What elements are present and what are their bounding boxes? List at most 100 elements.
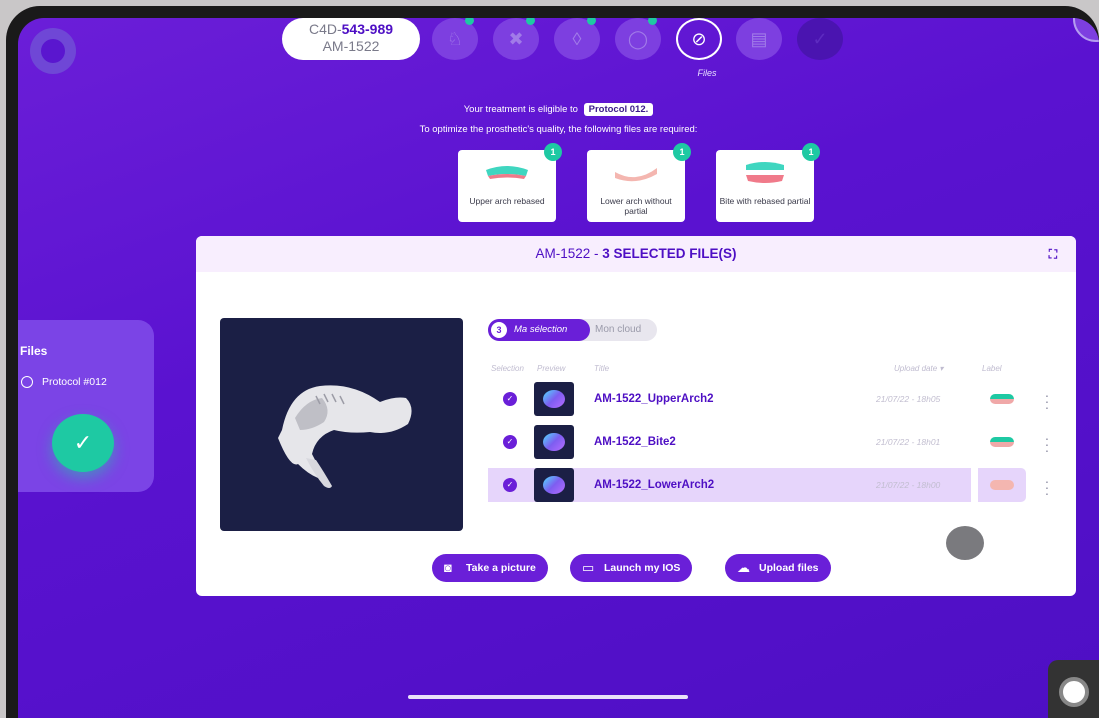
step-drop[interactable]: ◊ xyxy=(554,18,600,60)
calendar-icon: ▤ xyxy=(750,28,768,49)
assistive-touch-icon xyxy=(1059,677,1089,707)
modal-title-selected: 3 SELECTED FILE(S) xyxy=(602,246,737,261)
col-upload-date[interactable]: Upload date ▾ xyxy=(894,364,943,373)
launch-ios-button[interactable]: ▭ Launch my IOS xyxy=(570,554,693,582)
side-panel-title: Files xyxy=(20,344,48,358)
col-preview: Preview xyxy=(537,364,566,373)
step-calendar[interactable]: ▤ xyxy=(736,18,782,60)
required-file-label: Bite with rebased partial xyxy=(719,196,811,206)
step-tooth[interactable]: ♘ xyxy=(432,18,478,60)
floating-touch-indicator xyxy=(946,526,984,560)
file-count-badge: 1 xyxy=(673,143,691,161)
upload-files-button[interactable]: ☁ Upload files xyxy=(725,554,831,582)
case-prefix: C4D- xyxy=(308,21,342,37)
protocol-tag: Protocol 012. xyxy=(583,103,654,116)
row-menu-icon[interactable]: · · · xyxy=(1042,431,1052,457)
assistive-touch-button[interactable] xyxy=(1048,660,1099,718)
label-cell[interactable] xyxy=(978,468,1026,502)
row-menu-icon[interactable]: · · · xyxy=(1042,388,1052,414)
upper-arch-icon xyxy=(486,166,528,179)
source-toggle[interactable]: 3 Ma sélection Mon cloud xyxy=(488,319,657,341)
protocol-radio[interactable] xyxy=(21,376,33,388)
tab-my-selection[interactable]: 3 Ma sélection xyxy=(488,319,590,341)
file-count-badge: 1 xyxy=(544,143,562,161)
required-file-label: Upper arch rebased xyxy=(469,196,545,206)
active-step-caption: Files xyxy=(697,68,717,78)
required-file-card[interactable]: 1 Upper arch rebased xyxy=(458,143,562,222)
tab-my-cloud[interactable]: Mon cloud xyxy=(595,319,641,341)
label-cell[interactable] xyxy=(978,382,1026,416)
row-preview xyxy=(534,382,574,416)
camera-icon: ◙ xyxy=(444,560,452,575)
step-cancel[interactable]: ✖ xyxy=(493,18,539,60)
col-selection: Selection xyxy=(491,364,524,373)
validate-button[interactable]: ✓ xyxy=(52,414,114,472)
step-validate[interactable]: ✓ xyxy=(797,18,843,60)
take-picture-label: Take a picture xyxy=(466,562,536,574)
drop-icon: ◊ xyxy=(572,28,582,49)
file-name: AM-1522_Bite2 xyxy=(594,436,676,448)
required-file-card[interactable]: 1 Bite with rebased partial xyxy=(716,143,820,222)
selection-count: 3 xyxy=(491,322,507,338)
file-date: 21/07/22 - 18h05 xyxy=(876,394,941,404)
file-name: AM-1522_UpperArch2 xyxy=(594,393,714,405)
paperclip-icon: ⊘ xyxy=(691,28,707,49)
file-date: 21/07/22 - 18h01 xyxy=(876,437,941,447)
chat-icon: ◯ xyxy=(627,28,649,49)
bite-label-icon xyxy=(990,437,1014,447)
video-camera-icon: ▭ xyxy=(582,560,595,575)
step-done-dot xyxy=(465,18,474,25)
row-preview xyxy=(534,425,574,459)
required-text: To optimize the prosthetic's quality, th… xyxy=(419,124,698,135)
step-chat[interactable]: ◯ xyxy=(615,18,661,60)
row-checkbox[interactable]: ✓ xyxy=(503,435,517,449)
step-done-dot xyxy=(648,18,657,25)
cancel-circle-icon: ✖ xyxy=(508,28,524,49)
modal-header: AM-1522 - 3 SELECTED FILE(S) xyxy=(196,236,1076,272)
step-files[interactable]: ⊘ xyxy=(676,18,722,60)
bite-icon xyxy=(746,162,784,183)
cloud-icon: ☁ xyxy=(737,560,750,575)
file-date: 21/07/22 - 18h00 xyxy=(876,480,941,490)
menu-button[interactable] xyxy=(1073,18,1099,42)
fullscreen-icon[interactable]: ⛶ xyxy=(1046,247,1060,261)
tooth-icon: ♘ xyxy=(446,28,464,49)
lower-arch-label-icon xyxy=(990,480,1014,490)
row-menu-icon[interactable]: · · · xyxy=(1042,474,1052,500)
check-icon: ✓ xyxy=(812,28,828,49)
required-file-label: Lower arch without partial xyxy=(600,196,672,216)
arch-model-preview xyxy=(278,385,412,488)
tab-my-selection-label: Ma sélection xyxy=(514,324,568,335)
case-pill[interactable]: C4D-543-989 AM-1522 xyxy=(282,18,420,60)
home-indicator[interactable] xyxy=(408,695,688,699)
table-row[interactable]: ✓ AM-1522_LowerArch2 21/07/22 - 18h00 xyxy=(488,468,971,502)
take-picture-button[interactable]: ◙ Take a picture xyxy=(432,554,548,582)
step-done-dot xyxy=(587,18,596,25)
table-row[interactable]: ✓ AM-1522_Bite2 21/07/22 - 18h01 xyxy=(488,425,971,459)
label-cell[interactable] xyxy=(978,425,1026,459)
patient-code: AM-1522 xyxy=(322,38,380,54)
row-checkbox[interactable]: ✓ xyxy=(503,478,517,492)
protocol-option-label[interactable]: Protocol #012 xyxy=(42,376,107,388)
row-preview xyxy=(534,468,574,502)
step-done-dot xyxy=(526,18,535,25)
case-number: 543-989 xyxy=(341,21,394,37)
upload-files-label: Upload files xyxy=(759,562,819,574)
launch-ios-label: Launch my IOS xyxy=(604,562,681,574)
file-count-badge: 1 xyxy=(802,143,820,161)
required-file-card[interactable]: 1 Lower arch without partial xyxy=(587,143,691,222)
eligible-label: Your treatment is eligible to xyxy=(463,104,578,115)
eligibility-text: Your treatment is eligible to Protocol 0… xyxy=(18,103,1099,116)
files-side-panel: Files Protocol #012 ✓ xyxy=(18,320,154,492)
modal-title-code: AM-1522 xyxy=(535,246,591,261)
modal-title-separator: - xyxy=(590,246,603,261)
app-logo[interactable] xyxy=(30,28,76,74)
check-icon: ✓ xyxy=(73,430,93,455)
row-checkbox[interactable]: ✓ xyxy=(503,392,517,406)
col-title: Title xyxy=(594,364,610,373)
app-screen: C4D-543-989 AM-1522 ♘ ✖ ◊ ◯ ⊘ ▤ ✓ Files … xyxy=(18,18,1099,718)
file-name: AM-1522_LowerArch2 xyxy=(594,479,715,491)
col-label: Label xyxy=(982,364,1002,373)
table-row[interactable]: ✓ AM-1522_UpperArch2 21/07/22 - 18h05 xyxy=(488,382,971,416)
3d-viewer[interactable] xyxy=(220,318,463,531)
